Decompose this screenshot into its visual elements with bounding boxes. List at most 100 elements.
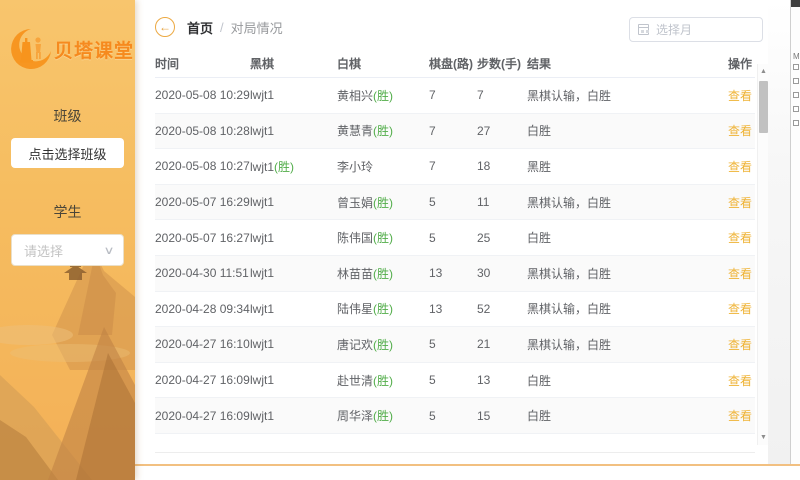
cell-black-player: lwjt1 — [250, 409, 337, 423]
cell-action: 查看 — [717, 229, 755, 246]
cell-steps: 27 — [477, 124, 527, 138]
table-header-row: 时间 黑棋 白棋 棋盘(路) 步数(手) 结果 操作 — [155, 50, 755, 78]
cell-white-player: 唐记欢(胜) — [337, 336, 429, 353]
breadcrumb-home[interactable]: 首页 — [187, 18, 213, 37]
view-button[interactable]: 查看 — [728, 231, 752, 245]
cell-action: 查看 — [717, 336, 755, 353]
cell-time: 2020-04-28 09:34:30 — [155, 302, 250, 316]
sidebar: 贝塔课堂 班级 点击选择班级 学生 请选择 ∨ — [0, 0, 135, 480]
cell-steps: 15 — [477, 409, 527, 423]
cell-black-player: lwjt1 — [250, 266, 337, 280]
cell-action: 查看 — [717, 194, 755, 211]
card-bottom-divider — [155, 452, 755, 453]
table-row: 2020-05-07 16:29:57lwjt1曾玉娟(胜)511黑棋认输，白胜… — [155, 185, 755, 221]
table-body: 2020-05-08 10:29:49lwjt1黄相兴(胜)77黑棋认输，白胜查… — [155, 78, 755, 434]
cell-action: 查看 — [717, 265, 755, 282]
win-badge: (胜) — [373, 231, 393, 245]
student-select[interactable]: 请选择 ∨ — [11, 234, 124, 266]
col-header-white: 白棋 — [337, 55, 429, 72]
cell-action: 查看 — [717, 87, 755, 104]
vertical-scrollbar[interactable]: ▲ ▼ — [757, 64, 768, 445]
cell-board-size: 13 — [429, 302, 477, 316]
cell-black-player: lwjt1(胜) — [250, 158, 337, 175]
cell-board-size: 5 — [429, 337, 477, 351]
win-badge: (胜) — [373, 196, 393, 210]
partial-window-titlebar — [791, 0, 800, 7]
view-button[interactable]: 查看 — [728, 409, 752, 423]
cell-white-player: 赴世清(胜) — [337, 372, 429, 389]
cell-steps: 7 — [477, 88, 527, 102]
cell-black-player: lwjt1 — [250, 88, 337, 102]
cell-white-player: 周华泽(胜) — [337, 407, 429, 424]
view-button[interactable]: 查看 — [728, 124, 752, 138]
cell-white-player: 陆伟星(胜) — [337, 300, 429, 317]
cell-steps: 13 — [477, 373, 527, 387]
col-header-result: 结果 — [527, 55, 717, 72]
class-section-label: 班级 — [0, 106, 135, 126]
view-button[interactable]: 查看 — [728, 160, 752, 174]
scrollbar-thumb[interactable] — [759, 81, 768, 133]
cell-black-player: lwjt1 — [250, 302, 337, 316]
view-button[interactable]: 查看 — [728, 267, 752, 281]
games-table: 时间 黑棋 白棋 棋盘(路) 步数(手) 结果 操作 2020-05-08 10… — [155, 50, 755, 434]
col-header-black: 黑棋 — [250, 55, 337, 72]
view-button[interactable]: 查看 — [728, 302, 752, 316]
page-bottom-divider — [135, 464, 800, 466]
month-picker-input[interactable]: 选择月 — [629, 17, 763, 42]
col-header-board: 棋盘(路) — [429, 55, 477, 72]
calendar-icon — [638, 24, 649, 35]
cell-result: 黑棋认输，白胜 — [527, 194, 717, 211]
table-row: 2020-05-08 10:28:15lwjt1黄慧青(胜)727白胜查看 — [155, 114, 755, 150]
back-button[interactable]: ← — [155, 17, 175, 37]
view-button[interactable]: 查看 — [728, 374, 752, 388]
cell-board-size: 5 — [429, 231, 477, 245]
table-row: 2020-04-27 16:10:23lwjt1唐记欢(胜)521黑棋认输，白胜… — [155, 327, 755, 363]
cell-white-player: 黄相兴(胜) — [337, 87, 429, 104]
cell-black-player: lwjt1 — [250, 195, 337, 209]
cell-time: 2020-05-07 16:29:57 — [155, 195, 250, 209]
table-row: 2020-04-28 09:34:30lwjt1陆伟星(胜)1352黑棋认输，白… — [155, 292, 755, 328]
win-badge: (胜) — [274, 160, 294, 174]
breadcrumb-separator: / — [220, 20, 224, 35]
cell-result: 白胜 — [527, 372, 717, 389]
view-button[interactable]: 查看 — [728, 196, 752, 210]
cell-steps: 52 — [477, 302, 527, 316]
cell-board-size: 5 — [429, 195, 477, 209]
chevron-down-icon: ∨ — [103, 244, 114, 257]
app-title: 贝塔课堂 — [54, 36, 134, 63]
select-class-button[interactable]: 点击选择班级 — [11, 138, 124, 168]
view-button[interactable]: 查看 — [728, 89, 752, 103]
cell-result: 黑胜 — [527, 158, 717, 175]
cell-black-player: lwjt1 — [250, 373, 337, 387]
app-logo: 贝塔课堂 — [0, 0, 135, 72]
cell-steps: 21 — [477, 337, 527, 351]
table-row: 2020-05-08 10:27:27lwjt1(胜)李小玲718黑胜查看 — [155, 149, 755, 185]
partial-checkbox — [793, 120, 799, 126]
cell-board-size: 7 — [429, 159, 477, 173]
win-badge: (胜) — [373, 124, 393, 138]
student-select-placeholder: 请选择 — [24, 241, 63, 260]
cell-board-size: 7 — [429, 88, 477, 102]
main-content: ← 首页 / 对局情况 选择月 时间 黑棋 白棋 棋盘(路) 步数(手) 结果 … — [135, 0, 768, 480]
cell-action: 查看 — [717, 407, 755, 424]
table-row: 2020-04-27 16:09:50lwjt1赴世清(胜)513白胜查看 — [155, 363, 755, 399]
win-badge: (胜) — [373, 338, 393, 352]
cell-white-player: 陈伟国(胜) — [337, 229, 429, 246]
cell-action: 查看 — [717, 300, 755, 317]
mountain-pagoda-illustration — [0, 235, 135, 480]
cell-steps: 11 — [477, 195, 527, 209]
cell-result: 黑棋认输，白胜 — [527, 336, 717, 353]
cell-time: 2020-04-27 16:09:07 — [155, 409, 250, 423]
view-button[interactable]: 查看 — [728, 338, 752, 352]
win-badge: (胜) — [373, 409, 393, 423]
col-header-action: 操作 — [717, 55, 755, 72]
win-badge: (胜) — [373, 302, 393, 316]
cell-time: 2020-05-08 10:27:27 — [155, 159, 250, 173]
cell-white-player: 曾玉娟(胜) — [337, 194, 429, 211]
lighthouse-moon-logo-icon — [8, 26, 54, 72]
cell-result: 白胜 — [527, 122, 717, 139]
cell-steps: 25 — [477, 231, 527, 245]
table-row: 2020-05-08 10:29:49lwjt1黄相兴(胜)77黑棋认输，白胜查… — [155, 78, 755, 114]
cell-time: 2020-05-08 10:28:15 — [155, 124, 250, 138]
cell-result: 黑棋认输，白胜 — [527, 300, 717, 317]
